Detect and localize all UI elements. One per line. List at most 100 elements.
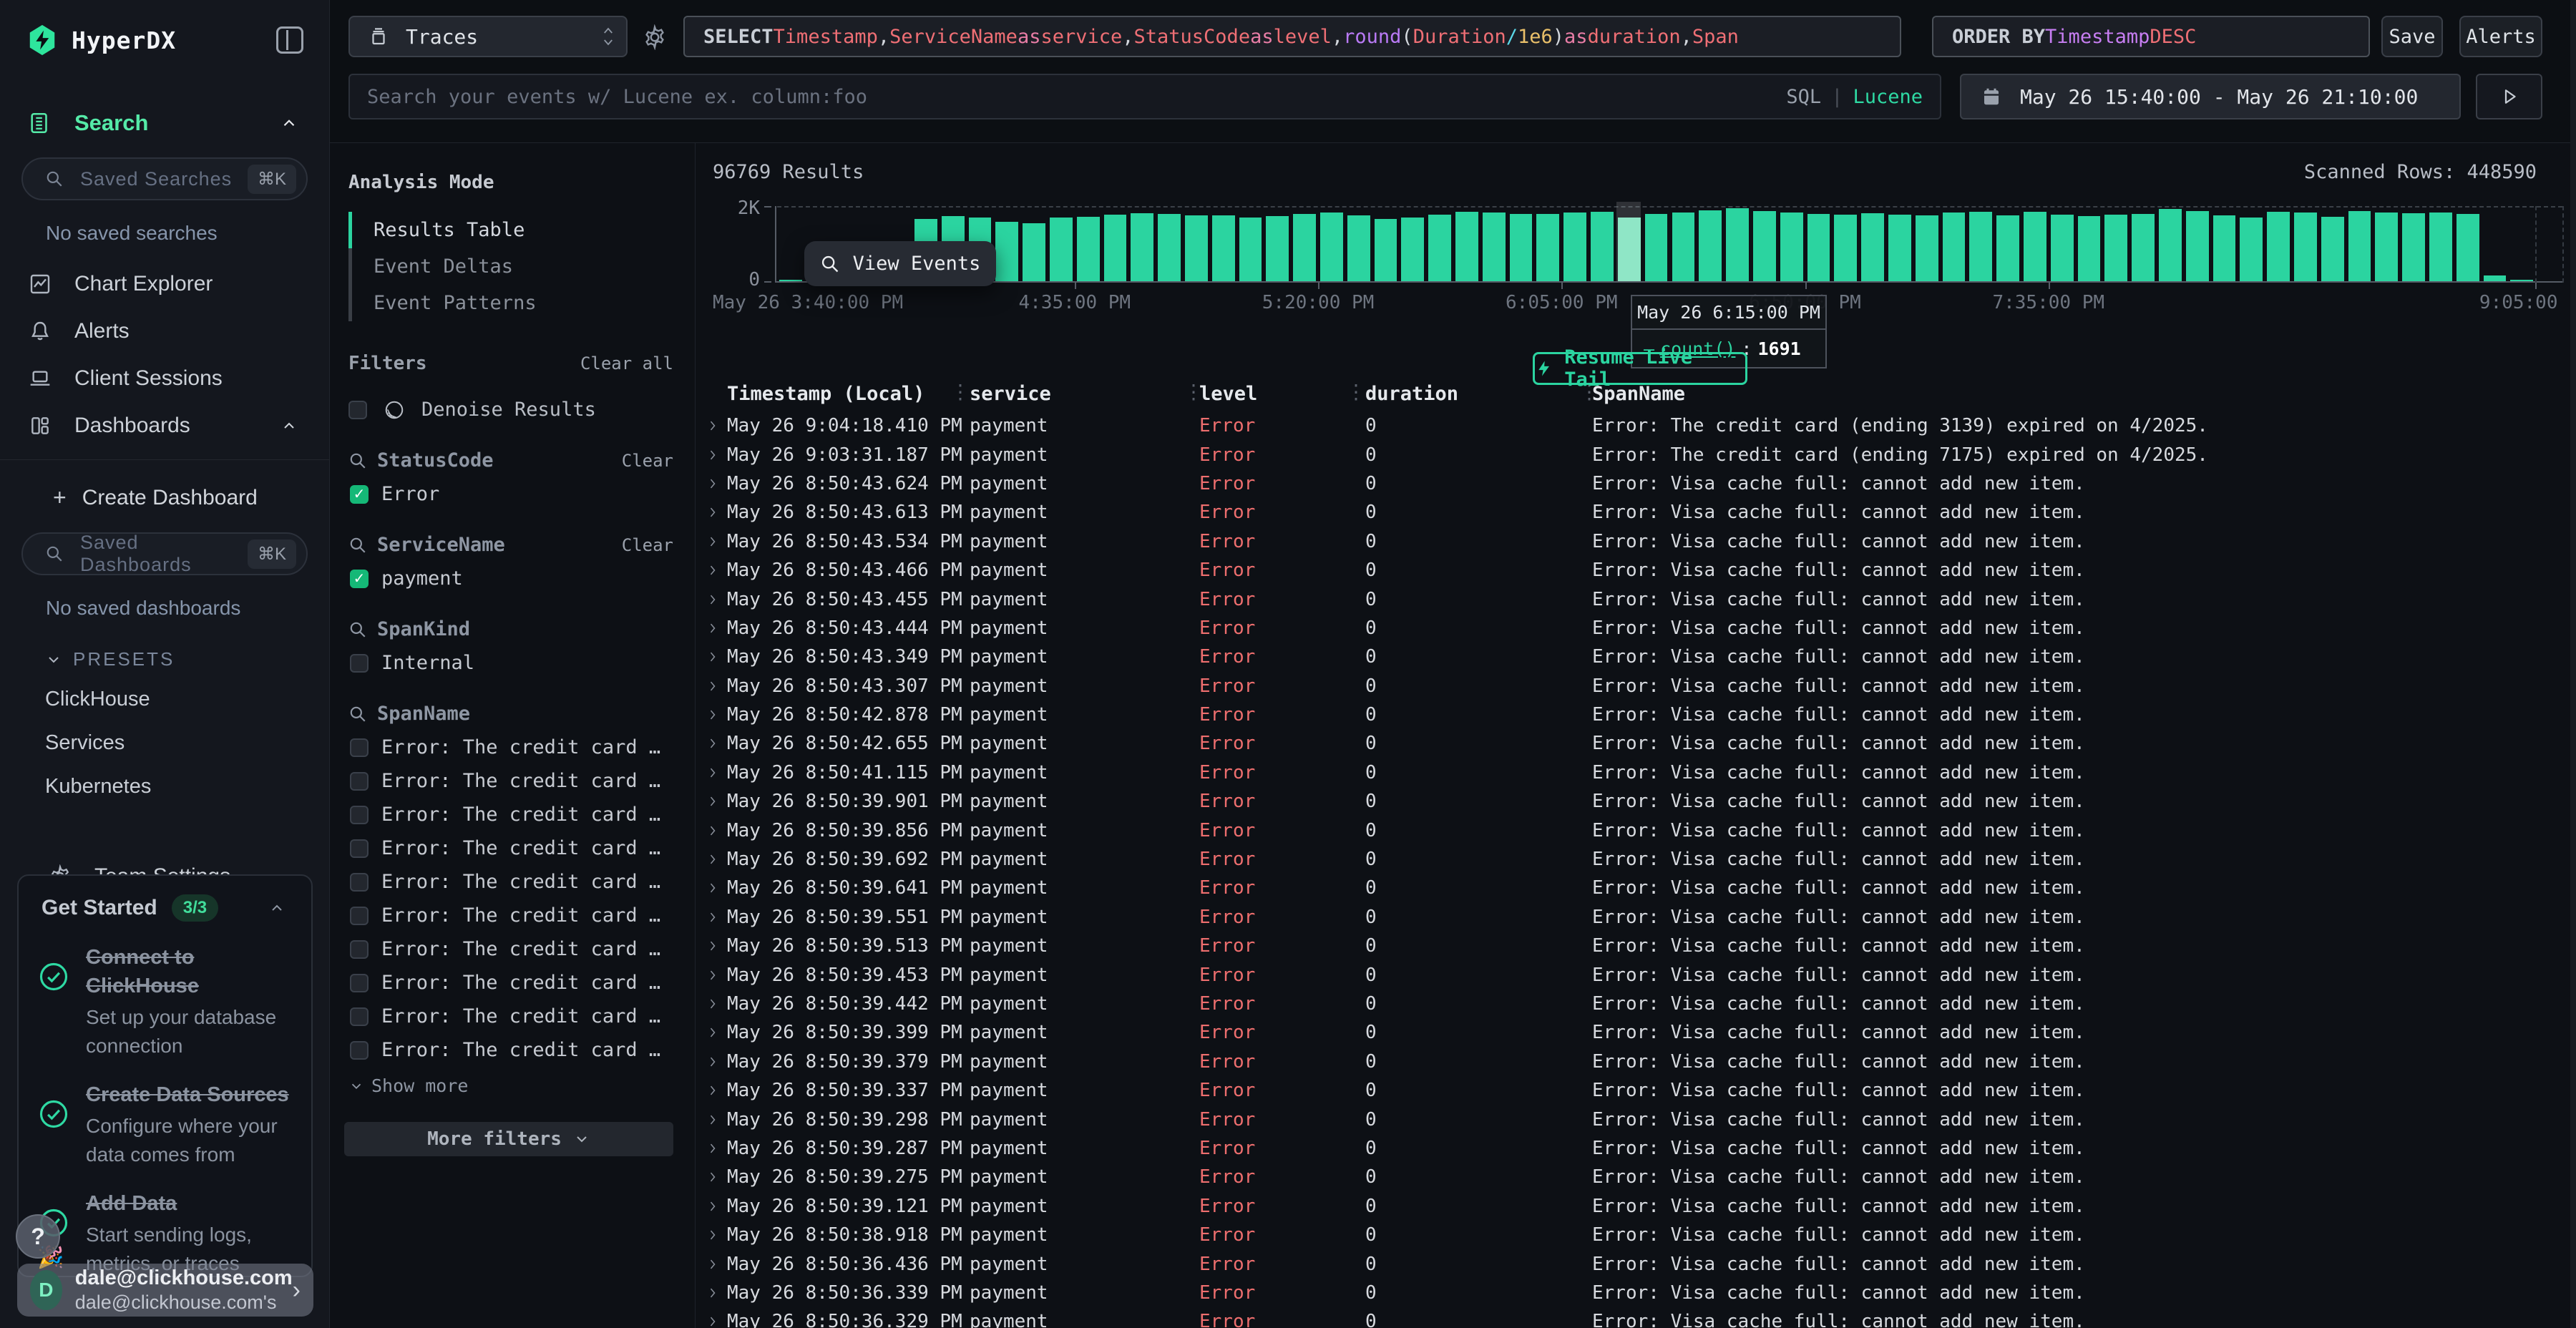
event-search-input[interactable]: Search your events w/ Lucene ex. column:… <box>348 74 1941 119</box>
facet-checkbox[interactable] <box>350 873 369 892</box>
table-row[interactable]: May 26 8:50:39.287 PMpaymentError0Error:… <box>696 1134 2576 1163</box>
row-expand-chevron-icon[interactable] <box>706 1055 720 1069</box>
saved-dashboards-input[interactable]: Saved Dashboards ⌘K <box>21 532 308 575</box>
analysis-mode-event-deltas[interactable]: Event Deltas <box>348 248 673 285</box>
histogram-bar[interactable] <box>1375 219 1397 281</box>
table-row[interactable]: May 26 8:50:39.551 PMpaymentError0Error:… <box>696 903 2576 932</box>
row-expand-chevron-icon[interactable] <box>706 1199 720 1214</box>
histogram-bar[interactable] <box>1861 213 1884 281</box>
row-expand-chevron-icon[interactable] <box>706 736 720 751</box>
histogram-bar[interactable] <box>1536 214 1559 282</box>
facet-option[interactable]: Error: The credit card … <box>348 770 673 792</box>
create-dashboard-button[interactable]: + Create Dashboard <box>0 460 329 512</box>
row-expand-chevron-icon[interactable] <box>706 1025 720 1040</box>
histogram-bar[interactable] <box>1077 217 1100 281</box>
table-row[interactable]: May 26 8:50:36.339 PMpaymentError0Error:… <box>696 1279 2576 1307</box>
histogram-bar[interactable] <box>2240 218 2263 281</box>
histogram-bar[interactable] <box>2484 275 2507 281</box>
histogram-bar[interactable] <box>1780 213 1803 281</box>
row-expand-chevron-icon[interactable] <box>706 1314 720 1328</box>
preset-kubernetes[interactable]: Kubernetes <box>0 765 329 809</box>
row-expand-chevron-icon[interactable] <box>706 968 720 982</box>
table-row[interactable]: May 26 8:50:36.329 PMpaymentError0Error:… <box>696 1307 2576 1328</box>
row-expand-chevron-icon[interactable] <box>706 505 720 519</box>
table-row[interactable]: May 26 8:50:39.453 PMpaymentError0Error:… <box>696 960 2576 989</box>
facet-option[interactable]: Error: The credit card … <box>348 1005 673 1027</box>
row-expand-chevron-icon[interactable] <box>706 563 720 577</box>
sidebar-item-client-sessions[interactable]: Client Sessions <box>0 355 329 402</box>
filter-clear-button[interactable]: Clear <box>622 535 673 555</box>
source-settings-gear-icon[interactable] <box>642 24 668 50</box>
column-header-level[interactable]: level <box>1199 383 1257 405</box>
histogram-bar[interactable] <box>1726 208 1749 281</box>
histogram-bar[interactable] <box>2159 209 2182 281</box>
histogram-bar[interactable] <box>1185 215 1208 281</box>
row-expand-chevron-icon[interactable] <box>706 621 720 635</box>
sidebar-item-alerts[interactable]: Alerts <box>0 308 329 355</box>
table-row[interactable]: May 26 8:50:39.399 PMpaymentError0Error:… <box>696 1018 2576 1047</box>
table-row[interactable]: May 26 8:50:39.692 PMpaymentError0Error:… <box>696 845 2576 874</box>
table-row[interactable]: May 26 8:50:43.613 PMpaymentError0Error:… <box>696 498 2576 527</box>
histogram-bar[interactable] <box>1455 212 1478 281</box>
alerts-button[interactable]: Alerts <box>2459 16 2542 57</box>
histogram-bar[interactable] <box>2375 213 2398 281</box>
row-expand-chevron-icon[interactable] <box>706 1113 720 1127</box>
histogram-bar[interactable] <box>2429 213 2452 281</box>
facet-option[interactable]: Error: The credit card … <box>348 871 673 893</box>
histogram-bar[interactable] <box>1212 215 1235 281</box>
row-expand-chevron-icon[interactable] <box>706 534 720 549</box>
resume-live-tail-button[interactable]: Resume Live Tail <box>1533 352 1747 385</box>
histogram-bar[interactable] <box>2132 214 2155 282</box>
histogram-bar[interactable] <box>2457 214 2479 282</box>
histogram-bar[interactable] <box>1510 214 1533 281</box>
histogram-chart[interactable] <box>777 206 2562 281</box>
lang-toggle-sql[interactable]: SQL <box>1786 86 1821 108</box>
table-row[interactable]: May 26 8:50:43.349 PMpaymentError0Error:… <box>696 643 2576 671</box>
histogram-bar[interactable] <box>1753 211 1776 281</box>
saved-searches-input[interactable]: Saved Searches ⌘K <box>21 157 308 200</box>
table-row[interactable]: May 26 8:50:38.918 PMpaymentError0Error:… <box>696 1221 2576 1249</box>
histogram-bar[interactable] <box>1347 215 1370 281</box>
chevron-up-icon[interactable] <box>263 899 291 917</box>
sidebar-collapse-icon[interactable] <box>276 26 303 54</box>
table-row[interactable]: May 26 8:50:39.513 PMpaymentError0Error:… <box>696 932 2576 960</box>
more-filters-button[interactable]: More filters <box>344 1122 673 1156</box>
table-row[interactable]: May 26 8:50:39.442 PMpaymentError0Error:… <box>696 990 2576 1018</box>
row-expand-chevron-icon[interactable] <box>706 650 720 664</box>
row-expand-chevron-icon[interactable] <box>706 679 720 693</box>
row-expand-chevron-icon[interactable] <box>706 1228 720 1242</box>
facet-option[interactable]: Error: The credit card … <box>348 837 673 859</box>
denoise-results-row[interactable]: Denoise Results <box>348 399 673 421</box>
row-expand-chevron-icon[interactable] <box>706 1170 720 1184</box>
histogram-bar[interactable] <box>1428 215 1451 281</box>
table-row[interactable]: May 26 8:50:39.856 PMpaymentError0Error:… <box>696 816 2576 844</box>
save-button[interactable]: Save <box>2381 16 2443 57</box>
histogram-bar[interactable] <box>2051 215 2074 281</box>
table-row[interactable]: May 26 8:50:43.444 PMpaymentError0Error:… <box>696 614 2576 643</box>
denoise-checkbox[interactable] <box>348 401 367 419</box>
facet-option[interactable]: Error: The credit card … <box>348 904 673 927</box>
table-row[interactable]: May 26 8:50:43.455 PMpaymentError0Error:… <box>696 585 2576 613</box>
histogram-bar[interactable] <box>1563 213 1586 281</box>
histogram-bar[interactable] <box>1943 213 1966 281</box>
histogram-bar[interactable] <box>2186 211 2209 281</box>
histogram-bar[interactable] <box>995 222 1018 281</box>
facet-option[interactable]: ✓payment <box>348 567 673 590</box>
row-expand-chevron-icon[interactable] <box>706 1286 720 1300</box>
histogram-bar[interactable] <box>2024 212 2046 281</box>
facet-option[interactable]: Error: The credit card … <box>348 938 673 960</box>
run-query-button[interactable] <box>2476 74 2542 119</box>
column-header-timestamp-local-[interactable]: Timestamp (Local) <box>727 383 924 405</box>
order-by-input[interactable]: ORDER BY Timestamp DESC <box>1932 16 2370 57</box>
histogram-bar[interactable] <box>1888 215 1911 281</box>
show-more-button[interactable]: Show more <box>348 1075 673 1096</box>
histogram-bar[interactable] <box>2267 212 2290 281</box>
sidebar-item-chart-explorer[interactable]: Chart Explorer <box>0 260 329 308</box>
histogram-bar[interactable] <box>1916 215 1938 281</box>
row-expand-chevron-icon[interactable] <box>706 1257 720 1271</box>
help-button[interactable]: ? <box>16 1214 60 1259</box>
sidebar-item-dashboards[interactable]: Dashboards <box>0 402 329 449</box>
histogram-bar[interactable] <box>1023 223 1045 281</box>
histogram-bar[interactable] <box>2348 211 2371 281</box>
histogram-bar[interactable] <box>1483 213 1506 281</box>
